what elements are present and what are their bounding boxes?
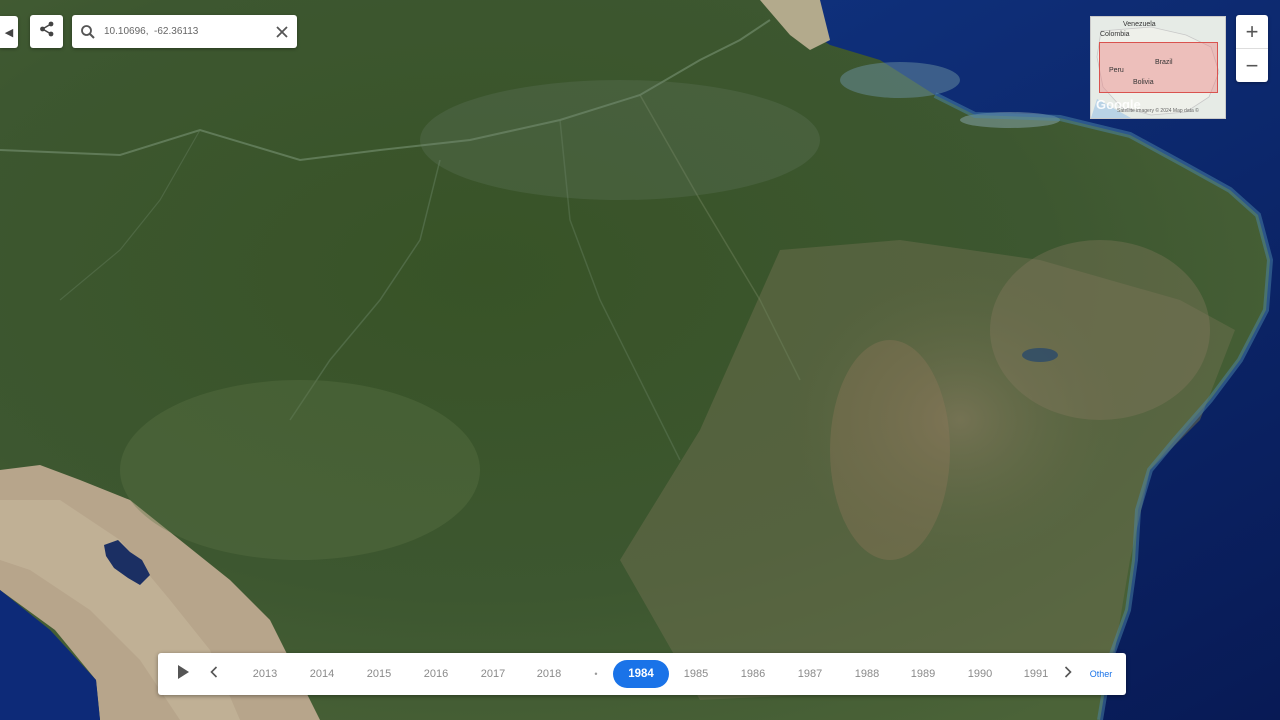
chevron-left-icon: ◀ [4,26,14,39]
timeline-year[interactable]: 1989 [898,653,948,695]
overview-minimap[interactable]: Venezuela Colombia Brazil Peru Bolivia G… [1090,16,1226,119]
timeline-year[interactable]: 2014 [297,653,347,695]
play-icon [176,664,190,685]
timeline-year[interactable]: 2018 [524,653,574,695]
close-icon[interactable] [267,25,297,39]
timeline-bar: 2013 2014 2015 2016 2017 2018 • 1984 198… [158,653,1126,695]
timeline-year[interactable]: 1988 [842,653,892,695]
timeline-year[interactable]: 2013 [240,653,290,695]
timeline-year[interactable]: 2017 [468,653,518,695]
share-button[interactable] [30,15,63,48]
minimap-label: Venezuela [1123,21,1156,28]
timeline-year-selected[interactable]: 1984 [613,660,669,688]
share-icon [38,20,56,43]
minimap-label: Brazil [1155,59,1173,66]
minimap-label: Peru [1109,67,1124,74]
timeline-separator: • [594,669,598,679]
chevron-left-icon [210,665,218,683]
search-box [72,15,297,48]
satellite-map[interactable] [0,0,1280,720]
timeline-year[interactable]: 1991 [1011,653,1061,695]
timeline-year[interactable]: 2016 [411,653,461,695]
zoom-controls: + − [1236,15,1268,82]
timeline-year[interactable]: 2015 [354,653,404,695]
chevron-right-icon [1064,665,1072,683]
minimap-label: Bolivia [1133,79,1154,86]
timeline-year[interactable]: 1987 [785,653,835,695]
timeline-year[interactable]: 1985 [671,653,721,695]
map-credits: Satellite imagery © 2024 Map data © [1117,108,1199,114]
minimap-label: Colombia [1100,31,1130,38]
more-years-link[interactable]: Other [1084,653,1118,695]
timeline-year[interactable]: 1986 [728,653,778,695]
zoom-in-button[interactable]: + [1236,15,1268,48]
play-button[interactable] [170,653,196,695]
timeline-year[interactable]: 1990 [955,653,1005,695]
zoom-out-button[interactable]: − [1236,49,1268,82]
previous-year-button[interactable] [204,653,224,695]
panel-toggle-button[interactable]: ◀ [0,16,18,48]
next-year-button[interactable] [1058,653,1078,695]
search-icon[interactable] [72,24,104,40]
search-input[interactable] [104,26,267,37]
